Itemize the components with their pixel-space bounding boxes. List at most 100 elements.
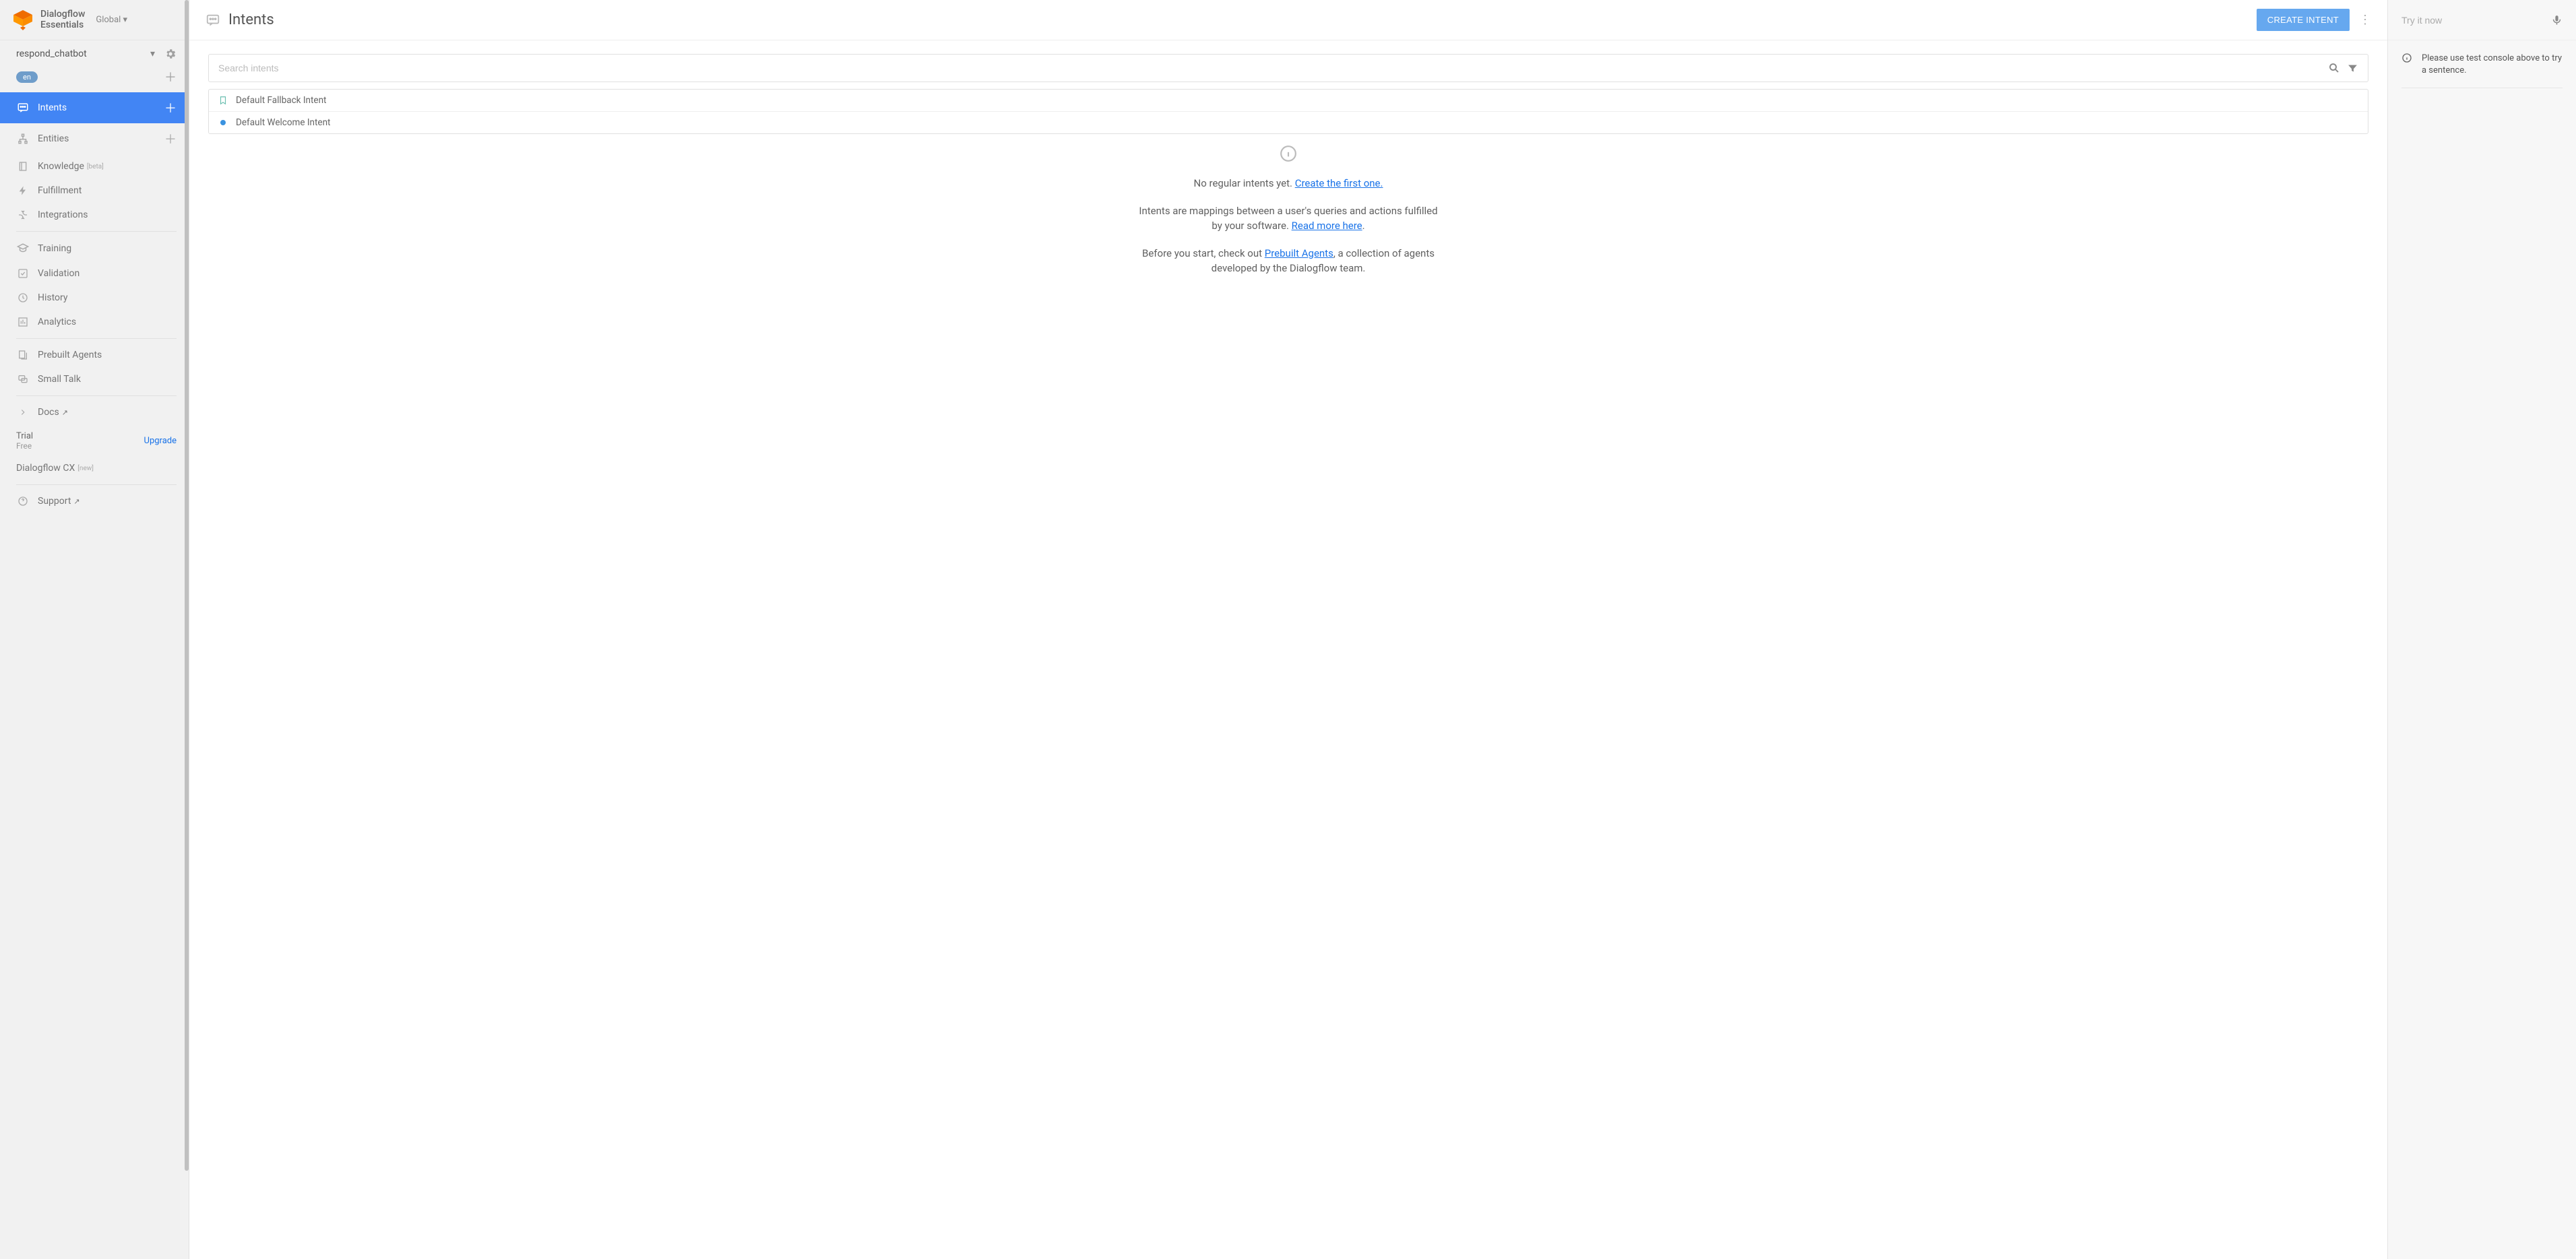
nav-divider <box>16 231 177 232</box>
empty-text-line3: Before you start, check out <box>1142 247 1265 259</box>
nav-label-knowledge: Knowledge <box>38 161 84 172</box>
test-console-panel: Please use test console above to try a s… <box>2387 0 2576 1259</box>
test-console-header <box>2388 0 2576 40</box>
knowledge-icon <box>16 161 30 172</box>
sidebar-scrollbar[interactable] <box>185 0 189 1171</box>
add-language-button[interactable]: ＋ <box>164 68 177 86</box>
prebuilt-agents-link[interactable]: Prebuilt Agents <box>1265 247 1333 259</box>
sidebar: Dialogflow Essentials Global ▾ respond_c… <box>0 0 189 1259</box>
nav-label-support: Support <box>38 496 71 507</box>
small-talk-icon <box>16 374 30 385</box>
upgrade-link[interactable]: Upgrade <box>144 436 177 446</box>
nav-label-integrations: Integrations <box>38 209 88 220</box>
intent-name: Default Fallback Intent <box>236 95 326 106</box>
main-content: Intents CREATE INTENT ⋮ Default Fa <box>189 0 2387 1259</box>
try-it-now-input[interactable] <box>2401 15 2551 26</box>
nav-divider <box>16 395 177 396</box>
info-circle-icon <box>1280 145 1297 162</box>
nav-label-prebuilt: Prebuilt Agents <box>38 350 102 360</box>
microphone-icon[interactable] <box>2551 14 2563 26</box>
create-intent-button[interactable]: CREATE INTENT <box>2257 9 2350 31</box>
nav-label-intents: Intents <box>38 102 67 113</box>
brand-line2: Essentials <box>40 20 85 30</box>
welcome-dot-icon <box>220 120 226 125</box>
nav-item-prebuilt-agents[interactable]: Prebuilt Agents <box>0 343 189 367</box>
support-icon <box>16 496 30 507</box>
external-link-icon: ↗ <box>62 408 68 417</box>
nav-divider <box>16 484 177 485</box>
info-icon <box>2401 53 2412 77</box>
nav-label-history: History <box>38 292 68 303</box>
nav-label-analytics: Analytics <box>38 317 76 327</box>
cx-new-badge: [new] <box>77 465 94 472</box>
filter-icon[interactable] <box>2347 63 2358 74</box>
nav-item-entities[interactable]: Entities ＋ <box>0 123 189 154</box>
intents-header-icon <box>206 13 220 28</box>
agent-name[interactable]: respond_chatbot <box>16 49 150 59</box>
nav-item-docs[interactable]: Docs ↗ <box>0 400 189 424</box>
search-box <box>208 54 2368 82</box>
fallback-bookmark-icon <box>218 96 228 105</box>
integrations-icon <box>16 209 30 220</box>
intent-item-welcome[interactable]: Default Welcome Intent <box>209 112 2368 133</box>
create-first-intent-link[interactable]: Create the first one. <box>1295 177 1383 189</box>
nav: Intents ＋ Entities ＋ Knowledge [beta] <box>0 92 189 1259</box>
nav-item-intents[interactable]: Intents ＋ <box>0 92 189 123</box>
knowledge-beta-badge: [beta] <box>87 163 104 170</box>
dialogflow-logo-icon <box>12 9 34 31</box>
nav-item-validation[interactable]: Validation <box>0 261 189 286</box>
analytics-icon <box>16 317 30 327</box>
main-header: Intents CREATE INTENT ⋮ <box>189 0 2387 40</box>
add-entity-plus-icon[interactable]: ＋ <box>164 130 177 148</box>
nav-item-analytics[interactable]: Analytics <box>0 310 189 334</box>
nav-item-integrations[interactable]: Integrations <box>0 203 189 227</box>
intent-name: Default Welcome Intent <box>236 117 330 128</box>
plan-free-label: Free <box>16 441 33 451</box>
agent-dropdown-caret[interactable]: ▾ <box>150 49 155 59</box>
intent-item-fallback[interactable]: Default Fallback Intent <box>209 90 2368 112</box>
agent-selector-row: respond_chatbot ▾ <box>0 40 189 64</box>
language-row: en ＋ <box>0 64 189 92</box>
history-icon <box>16 292 30 303</box>
nav-item-small-talk[interactable]: Small Talk <box>0 367 189 391</box>
nav-label-docs: Docs <box>38 407 59 418</box>
chevron-right-icon <box>16 408 30 417</box>
caret-down-icon: ▾ <box>123 15 128 25</box>
sidebar-header: Dialogflow Essentials Global ▾ <box>0 0 189 40</box>
nav-label-cx: Dialogflow CX <box>16 463 75 474</box>
search-input[interactable] <box>218 63 2321 73</box>
nav-item-knowledge[interactable]: Knowledge [beta] <box>0 154 189 179</box>
nav-label-validation: Validation <box>38 268 80 279</box>
external-link-icon: ↗ <box>73 497 80 506</box>
intent-list: Default Fallback Intent Default Welcome … <box>208 89 2368 134</box>
nav-label-entities: Entities <box>38 133 69 144</box>
intents-icon <box>16 102 30 114</box>
validation-icon <box>16 268 30 279</box>
test-console-hint: Please use test console above to try a s… <box>2401 53 2563 88</box>
nav-label-fulfillment: Fulfillment <box>38 185 82 196</box>
nav-label-training: Training <box>38 243 71 254</box>
language-badge[interactable]: en <box>16 71 38 83</box>
logo[interactable]: Dialogflow Essentials <box>12 9 85 31</box>
empty-state: No regular intents yet. Create the first… <box>208 145 2368 276</box>
fulfillment-icon <box>16 185 30 196</box>
nav-item-training[interactable]: Training <box>0 236 189 261</box>
entities-icon <box>16 133 30 145</box>
empty-text-line1: No regular intents yet. <box>1194 177 1295 189</box>
region-label: Global <box>96 15 121 25</box>
empty-text-line2: Intents are mappings between a user's qu… <box>1139 205 1437 232</box>
add-intent-plus-icon[interactable]: ＋ <box>164 99 177 117</box>
more-options-icon[interactable]: ⋮ <box>2359 13 2371 27</box>
nav-item-dialogflow-cx[interactable]: Dialogflow CX [new] <box>0 452 189 480</box>
region-select[interactable]: Global ▾ <box>96 15 127 25</box>
nav-item-fulfillment[interactable]: Fulfillment <box>0 179 189 203</box>
agent-settings-gear-icon[interactable] <box>164 48 177 60</box>
search-icon[interactable] <box>2328 62 2340 74</box>
plan-row: Trial Free Upgrade <box>0 424 189 452</box>
plan-trial-label: Trial <box>16 431 33 441</box>
training-icon <box>16 243 30 255</box>
nav-item-history[interactable]: History <box>0 286 189 310</box>
read-more-link[interactable]: Read more here <box>1292 220 1362 232</box>
nav-item-support[interactable]: Support ↗ <box>0 489 189 513</box>
page-title: Intents <box>228 11 274 28</box>
